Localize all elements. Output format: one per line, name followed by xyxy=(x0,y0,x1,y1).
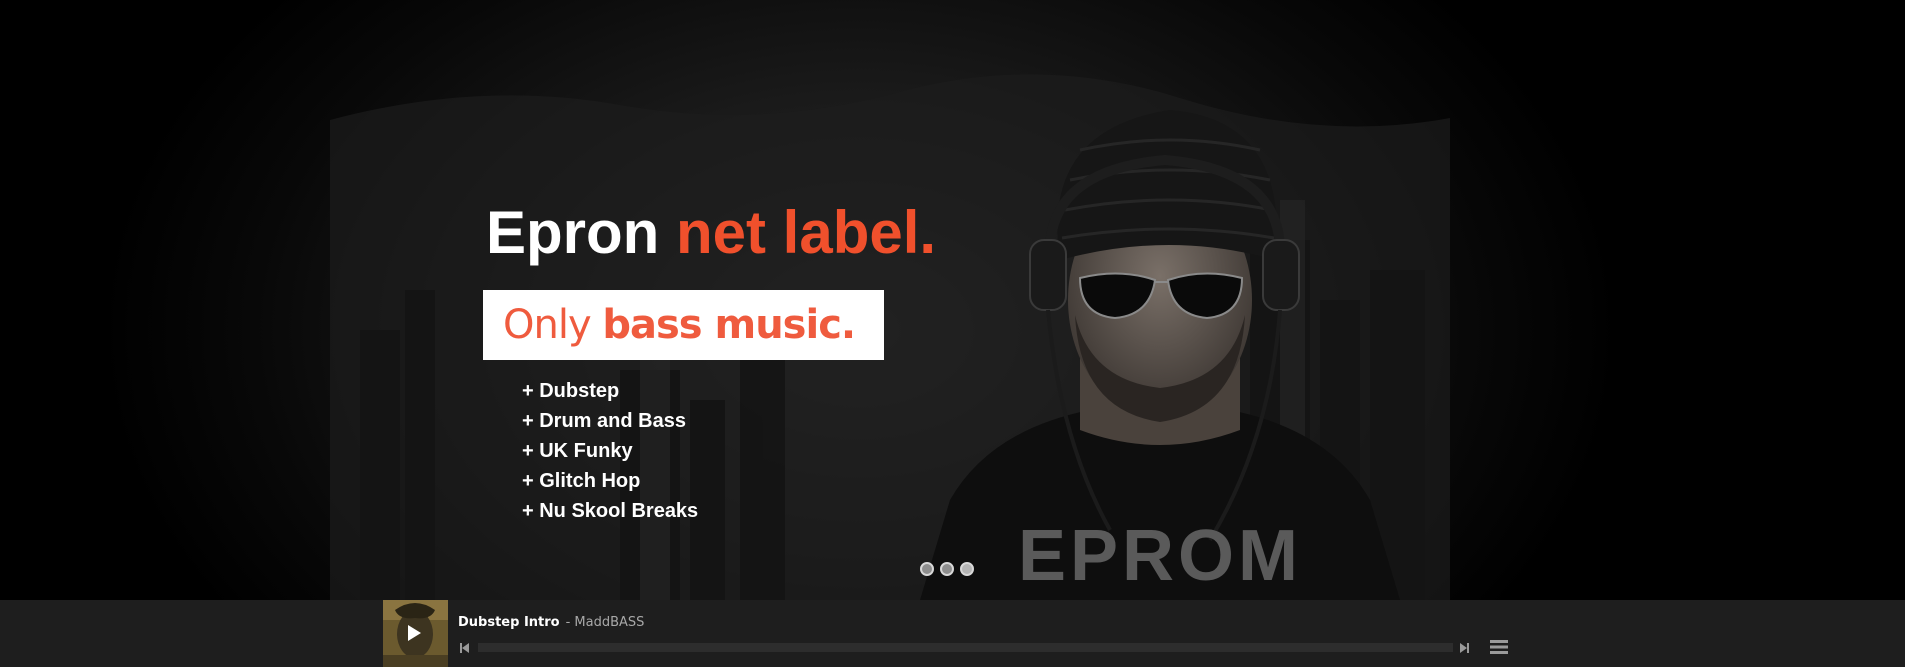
headline-accent: net label. xyxy=(676,199,937,266)
album-cover[interactable] xyxy=(383,600,448,667)
genre-item: + Nu Skool Breaks xyxy=(522,500,699,522)
dj-photo: EPROM xyxy=(920,110,1400,600)
track-title: Dubstep Intro xyxy=(458,615,560,630)
tagline-light: Only xyxy=(503,302,603,348)
headline: Epron net label. xyxy=(486,198,936,268)
audio-player: Dubstep Intro - MaddBASS xyxy=(0,600,1905,667)
tagline: Only bass music. xyxy=(483,290,884,360)
playlist-icon[interactable] xyxy=(1490,640,1508,654)
skip-forward-icon[interactable] xyxy=(1460,643,1469,653)
shirt-logo: EPROM xyxy=(1018,516,1302,596)
skip-back-icon[interactable] xyxy=(460,643,469,653)
genre-item: + Drum and Bass xyxy=(522,410,686,432)
genre-item: + Glitch Hop xyxy=(522,470,641,492)
hero-slider: EPROM Epron net label. Only bass music. … xyxy=(0,0,1905,600)
player-controls: Dubstep Intro - MaddBASS xyxy=(383,600,1508,667)
slider-dot-2[interactable] xyxy=(940,562,954,576)
headline-main: Epron xyxy=(486,199,676,266)
progress-bar[interactable] xyxy=(478,643,1453,652)
track-artist: - MaddBASS xyxy=(565,615,645,630)
track-info: Dubstep Intro - MaddBASS xyxy=(458,615,644,630)
slider-dot-3[interactable] xyxy=(960,562,974,576)
play-icon[interactable] xyxy=(408,625,421,641)
genre-item: + Dubstep xyxy=(522,380,620,402)
slider-dot-1[interactable] xyxy=(920,562,934,576)
slider-pagination xyxy=(920,562,974,576)
page: EPROM Epron net label. Only bass music. … xyxy=(0,0,1905,667)
genre-list: + Dubstep + Drum and Bass + UK Funky + G… xyxy=(522,376,698,526)
genre-item: + UK Funky xyxy=(522,440,633,462)
tagline-bold: bass music. xyxy=(602,302,856,348)
